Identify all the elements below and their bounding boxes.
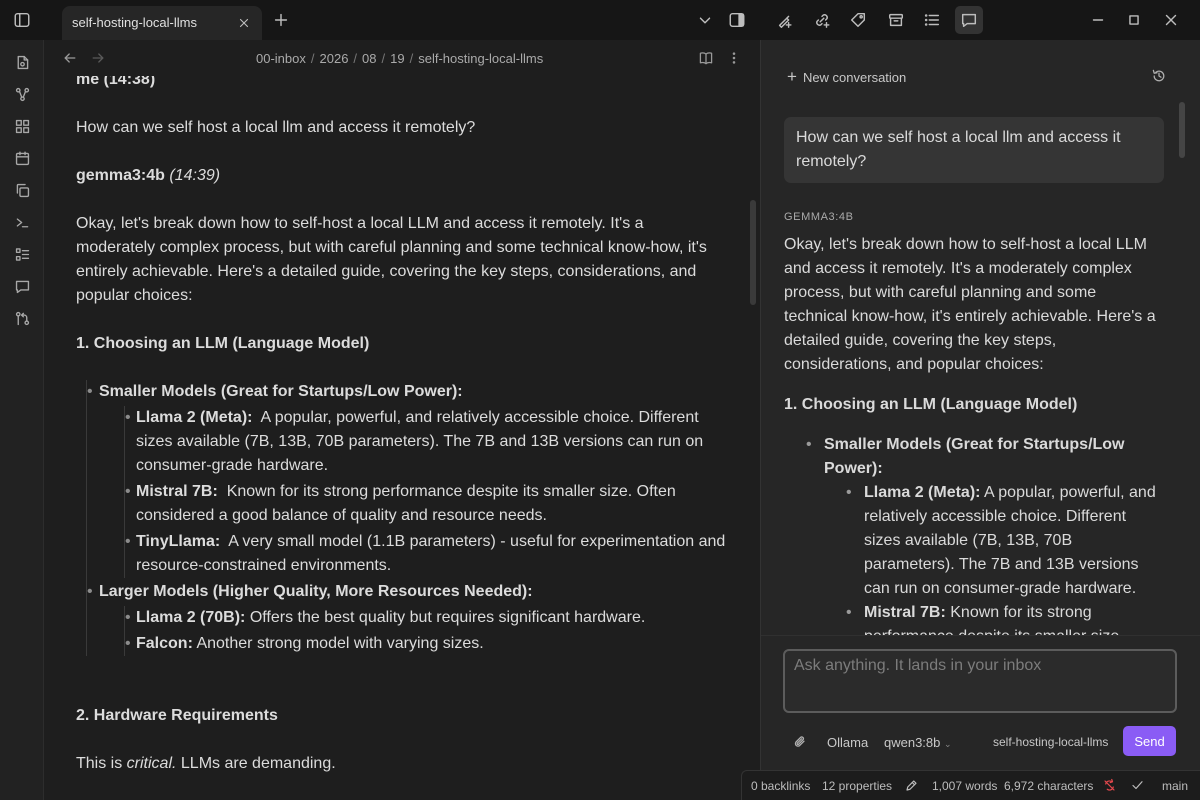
new-tab-icon[interactable]	[267, 6, 295, 34]
word-count: 1,007 words	[932, 779, 998, 793]
minimize-icon[interactable]	[1084, 6, 1112, 34]
status-bar: 0 backlinks 12 properties 1,007 words 6,…	[741, 770, 1200, 800]
tab-list-chevron-icon[interactable]	[691, 6, 719, 34]
user-message: How can we self host a local llm and acc…	[784, 117, 1164, 183]
terminal-icon[interactable]	[8, 208, 36, 236]
history-icon[interactable]	[1147, 64, 1171, 88]
list-item: Mistral 7B: Known for its strong perform…	[125, 480, 726, 528]
model-select[interactable]: qwen3:8b ⌄	[884, 735, 952, 750]
checkmark-icon[interactable]	[1128, 776, 1146, 794]
maximize-icon[interactable]	[1120, 6, 1148, 34]
breadcrumb-item[interactable]: 19	[390, 51, 404, 66]
chat-input[interactable]	[783, 649, 1177, 713]
open-note-icon[interactable]	[8, 48, 36, 76]
list-item: Falcon: Another strong model with varyin…	[125, 632, 726, 656]
send-button[interactable]: Send	[1123, 726, 1176, 756]
title-bar: self-hosting-local-llms	[0, 0, 1200, 40]
sidebar-toggle-icon[interactable]	[8, 6, 36, 34]
provider-select[interactable]: Ollama	[827, 735, 868, 750]
calendar-icon[interactable]	[8, 144, 36, 172]
breadcrumb-item[interactable]: 00-inbox	[256, 51, 306, 66]
properties-count[interactable]: 12 properties	[822, 779, 892, 793]
backlinks-count[interactable]: 0 backlinks	[751, 779, 810, 793]
chat-scrollbar[interactable]	[1179, 102, 1185, 158]
context-note-chip[interactable]: self-hosting-local-llms	[993, 735, 1108, 749]
note-scrollbar[interactable]	[750, 200, 756, 305]
copy-icon[interactable]	[8, 176, 36, 204]
tab-title: self-hosting-local-llms	[72, 15, 197, 30]
note-model-list: Smaller Models (Great for Startups/Low P…	[86, 380, 726, 656]
list-item: Llama 2 (70B): Offers the best quality b…	[125, 606, 726, 630]
canvas-grid-icon[interactable]	[8, 112, 36, 140]
model-label: qwen3:8b	[884, 735, 941, 750]
sync-error-icon[interactable]	[1100, 776, 1118, 794]
assistant-name: GEMMA3:4B	[784, 211, 854, 223]
chat-panel-icon[interactable]	[955, 6, 983, 34]
list-item: • Smaller Models (Great for Startups/Low …	[806, 436, 1125, 477]
tab-self-hosting-local-llms[interactable]: self-hosting-local-llms	[62, 6, 262, 40]
breadcrumb-item[interactable]: 2026	[320, 51, 349, 66]
git-icon[interactable]	[8, 304, 36, 332]
note-pane: me (14:38) How can we self host a local …	[44, 40, 760, 800]
note-responder-line: gemma3:4b (14:39)	[76, 164, 726, 188]
add-link-icon[interactable]	[808, 6, 836, 34]
new-conversation-label: New conversation	[802, 69, 907, 85]
paperclip-icon[interactable]	[789, 731, 811, 753]
reading-view-book-icon[interactable]	[693, 45, 719, 71]
list-item: TinyLlama: A very small model (1.1B para…	[125, 530, 726, 578]
note-header: 00-inbox/2026/08/19/self-hosting-local-l…	[44, 40, 760, 76]
tag-icon[interactable]	[844, 6, 872, 34]
character-count: 6,972 characters	[1004, 779, 1094, 793]
responder-name: gemma3:4b	[76, 167, 165, 184]
note-section-1-heading: 1. Choosing an LLM (Language Model)	[76, 335, 370, 352]
breadcrumb-item[interactable]: 08	[362, 51, 376, 66]
note-content[interactable]: me (14:38) How can we self host a local …	[76, 68, 726, 800]
more-options-icon[interactable]	[721, 45, 747, 71]
assistant-message: GEMMA3:4B Okay, let's break down how to …	[784, 205, 1159, 635]
chevron-down-icon: ⌄	[944, 739, 952, 749]
note-intro: Okay, let's break down how to self-host …	[76, 215, 707, 304]
smaller-models-list: Llama 2 (Meta): A popular, powerful, and…	[124, 406, 726, 578]
git-branch-label[interactable]: main	[1162, 779, 1188, 793]
assistant-section-1-heading: 1. Choosing an LLM (Language Model)	[784, 396, 1078, 413]
back-arrow-icon[interactable]	[57, 45, 83, 71]
list-item: • Llama 2 (Meta): A popular, powerful, an…	[846, 484, 1156, 597]
list-item: Llama 2 (Meta): A popular, powerful, and…	[125, 406, 726, 478]
pencil-icon[interactable]	[902, 776, 920, 794]
close-tab-icon[interactable]	[230, 9, 258, 37]
new-conversation-button[interactable]: + New conversation	[787, 67, 906, 87]
list-item: Larger Models (Higher Quality, More Reso…	[87, 580, 726, 656]
list-item: •Mistral 7B: Known for its strong perfor…	[846, 604, 1124, 635]
responder-time: (14:39)	[169, 167, 221, 184]
note-question: How can we self host a local llm and acc…	[76, 119, 476, 136]
checklist-icon[interactable]	[8, 240, 36, 268]
chat-messages[interactable]: How can we self host a local llm and acc…	[761, 100, 1200, 635]
comment-icon[interactable]	[8, 272, 36, 300]
larger-models-list: Llama 2 (70B): Offers the best quality b…	[124, 606, 726, 656]
assistant-intro: Okay, let's break down how to self-host …	[784, 236, 1156, 373]
list-item: Smaller Models (Great for Startups/Low P…	[87, 380, 726, 578]
note-critical-line: This is critical. LLMs are demanding.	[76, 755, 336, 772]
plus-icon: +	[787, 67, 797, 86]
chat-pane: + New conversation How can we self host …	[761, 40, 1200, 800]
graph-icon[interactable]	[8, 80, 36, 108]
note-section-2-heading: 2. Hardware Requirements	[76, 707, 278, 724]
breadcrumb: 00-inbox/2026/08/19/self-hosting-local-l…	[256, 51, 544, 66]
left-ribbon	[0, 40, 44, 800]
add-note-icon[interactable]	[771, 6, 799, 34]
forward-arrow-icon[interactable]	[85, 45, 111, 71]
close-window-icon[interactable]	[1157, 6, 1185, 34]
breadcrumb-item[interactable]: self-hosting-local-llms	[418, 51, 543, 66]
right-sidebar-toggle-icon[interactable]	[723, 6, 751, 34]
archive-icon[interactable]	[882, 6, 910, 34]
list-icon[interactable]	[918, 6, 946, 34]
